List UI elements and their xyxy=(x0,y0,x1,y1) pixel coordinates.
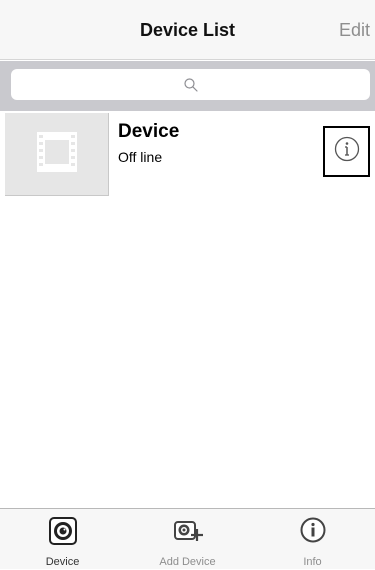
search-bar xyxy=(0,61,375,111)
search-input[interactable] xyxy=(11,69,370,100)
tab-bar: Device Add Device Info xyxy=(0,508,375,569)
info-icon xyxy=(334,136,360,167)
navigation-bar: Device List Edit xyxy=(0,0,375,60)
device-status: Off line xyxy=(118,149,163,165)
info-icon xyxy=(300,517,326,548)
tab-device[interactable]: Device xyxy=(0,509,125,570)
tab-add-device[interactable]: Add Device xyxy=(125,509,250,570)
page-title: Device List xyxy=(139,20,236,40)
tab-label: Add Device xyxy=(159,556,216,568)
device-name: Device xyxy=(118,121,180,142)
edit-button[interactable]: Edit xyxy=(339,20,370,41)
camera-icon xyxy=(48,517,77,550)
device-list-item[interactable]: Device Off line xyxy=(0,113,375,196)
search-icon xyxy=(183,77,198,92)
device-thumbnail xyxy=(5,113,109,196)
tab-label: Device xyxy=(45,556,80,568)
tab-label: Info xyxy=(303,556,322,568)
device-info-button[interactable] xyxy=(323,126,370,177)
tab-info[interactable]: Info xyxy=(250,509,375,570)
add-camera-icon xyxy=(173,517,203,550)
film-icon xyxy=(36,131,77,177)
